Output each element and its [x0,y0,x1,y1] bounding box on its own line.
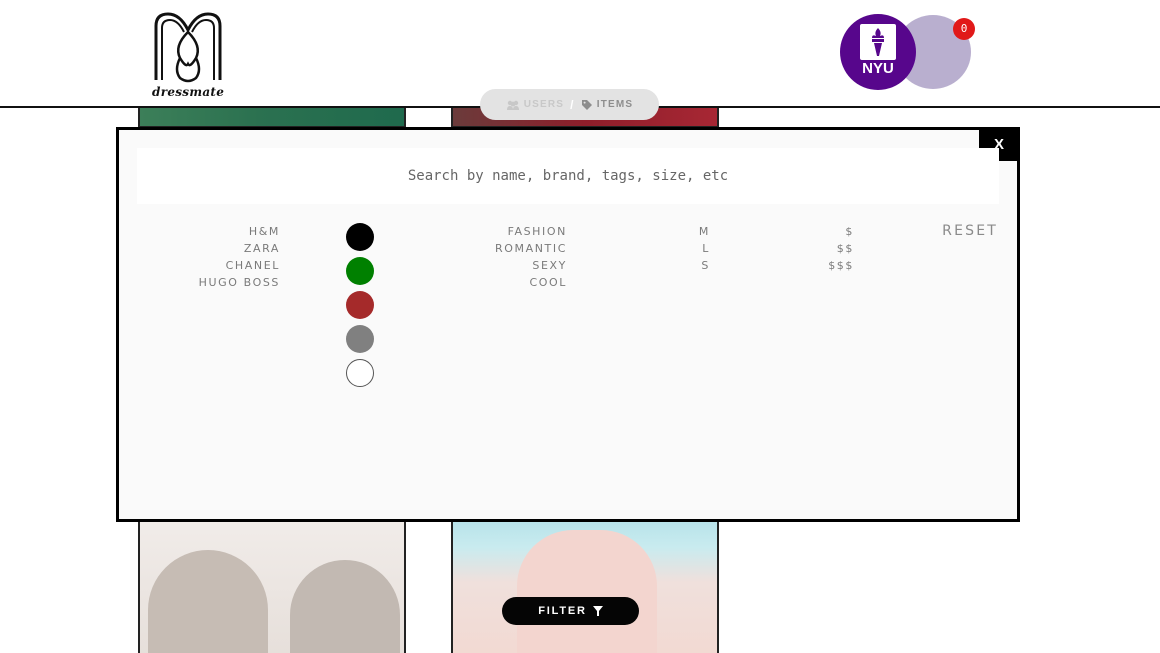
color-swatch-white[interactable] [346,359,374,387]
tag-option[interactable]: ROMANTIC [420,240,567,257]
breadcrumb-separator: / [570,97,575,112]
brand-option[interactable]: H&M [150,223,280,240]
color-swatch-gray[interactable] [346,325,374,353]
filter-button[interactable]: FILTER [502,597,639,625]
cart-count-badge: 0 [953,18,975,40]
logo-mark-icon [154,12,222,83]
avatar-label: NYU [862,60,894,77]
size-filter-list: M L S [630,223,710,274]
price-option[interactable]: $ [780,223,854,240]
logo-text: dressmate [152,85,225,99]
tag-filter-list: FASHION ROMANTIC SEXY COOL [420,223,567,291]
nyu-torch-icon [860,24,896,60]
breadcrumb: USERS / ITEMS [480,89,659,120]
search-input[interactable] [137,148,999,204]
funnel-icon [592,606,603,616]
price-option[interactable]: $$$ [780,257,854,274]
color-swatch-green[interactable] [346,257,374,285]
filter-button-label: FILTER [538,605,587,617]
price-option[interactable]: $$ [780,240,854,257]
breadcrumb-items[interactable]: ITEMS [581,99,634,111]
brand-option[interactable]: CHANEL [150,257,280,274]
brand-filter-list: H&M ZARA CHANEL HUGO BOSS [150,223,280,291]
size-option[interactable]: M [630,223,710,240]
brand-option[interactable]: HUGO BOSS [150,274,280,291]
breadcrumb-items-label: ITEMS [596,99,634,110]
breadcrumb-users-label: USERS [523,99,565,110]
product-image [148,550,268,653]
product-card[interactable] [451,520,719,653]
brand-option[interactable]: ZARA [150,240,280,257]
tag-icon [581,99,592,110]
tag-option[interactable]: FASHION [420,223,567,240]
color-swatch-black[interactable] [346,223,374,251]
product-image [517,530,657,653]
price-filter-list: $ $$ $$$ [780,223,854,274]
size-option[interactable]: S [630,257,710,274]
color-swatch-brown[interactable] [346,291,374,319]
product-image [290,560,400,653]
product-card[interactable] [138,520,406,653]
tag-option[interactable]: SEXY [420,257,567,274]
reset-button[interactable]: RESET [930,223,998,239]
size-option[interactable]: L [630,240,710,257]
users-icon [506,100,519,110]
product-card[interactable] [138,108,406,128]
breadcrumb-users[interactable]: USERS [506,99,564,110]
tag-option[interactable]: COOL [420,274,567,291]
